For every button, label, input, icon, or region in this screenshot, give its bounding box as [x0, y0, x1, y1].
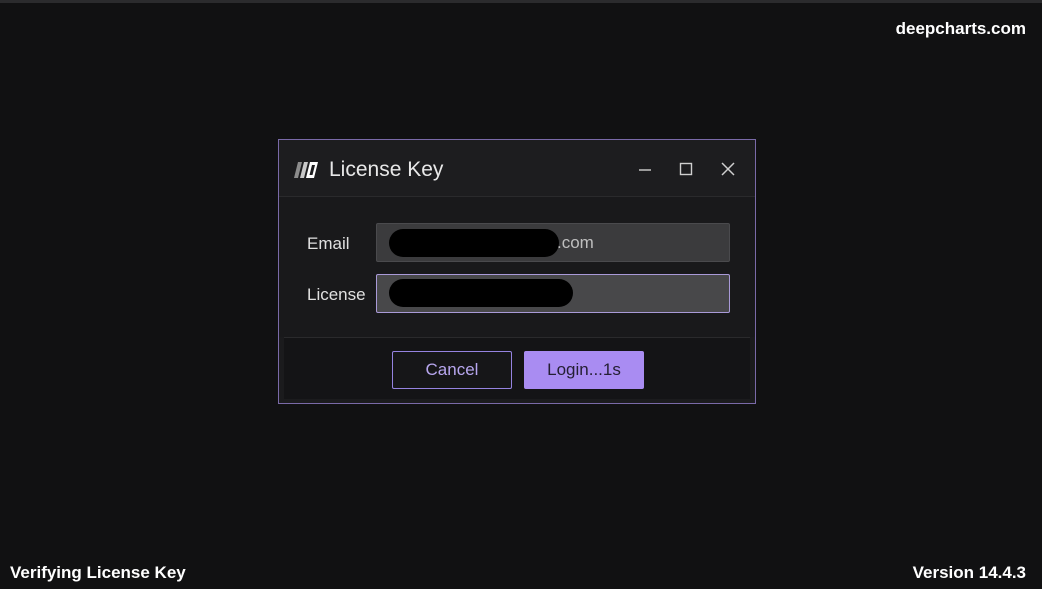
status-text: Verifying License Key	[10, 563, 186, 582]
dialog-titlebar[interactable]: License Key	[279, 140, 755, 197]
email-field[interactable]: .com	[376, 223, 730, 262]
close-icon	[720, 161, 736, 177]
window-top-strip	[0, 0, 1042, 3]
brand-text: deepcharts.com	[895, 19, 1026, 38]
maximize-button[interactable]	[673, 156, 699, 182]
deepcharts-logo-icon	[294, 162, 318, 178]
minimize-icon	[637, 161, 653, 177]
version-text: Version 14.4.3	[912, 563, 1026, 582]
close-button[interactable]	[715, 156, 741, 182]
cancel-button[interactable]: Cancel	[392, 351, 512, 389]
redacted-email-value	[389, 229, 559, 257]
minimize-button[interactable]	[632, 156, 658, 182]
license-key-dialog: License Key Email .com License Cancel Lo…	[278, 139, 756, 404]
login-button[interactable]: Login...1s	[524, 351, 644, 389]
email-label: Email	[307, 234, 350, 253]
maximize-icon	[678, 161, 694, 177]
email-suffix-text: .com	[557, 233, 594, 252]
dialog-title: License Key	[329, 158, 444, 181]
redacted-license-value	[389, 279, 573, 307]
license-field[interactable]	[376, 274, 730, 313]
license-form: Email .com License	[279, 197, 755, 337]
dialog-footer: Cancel Login...1s	[284, 337, 750, 399]
license-label: License	[307, 285, 366, 304]
